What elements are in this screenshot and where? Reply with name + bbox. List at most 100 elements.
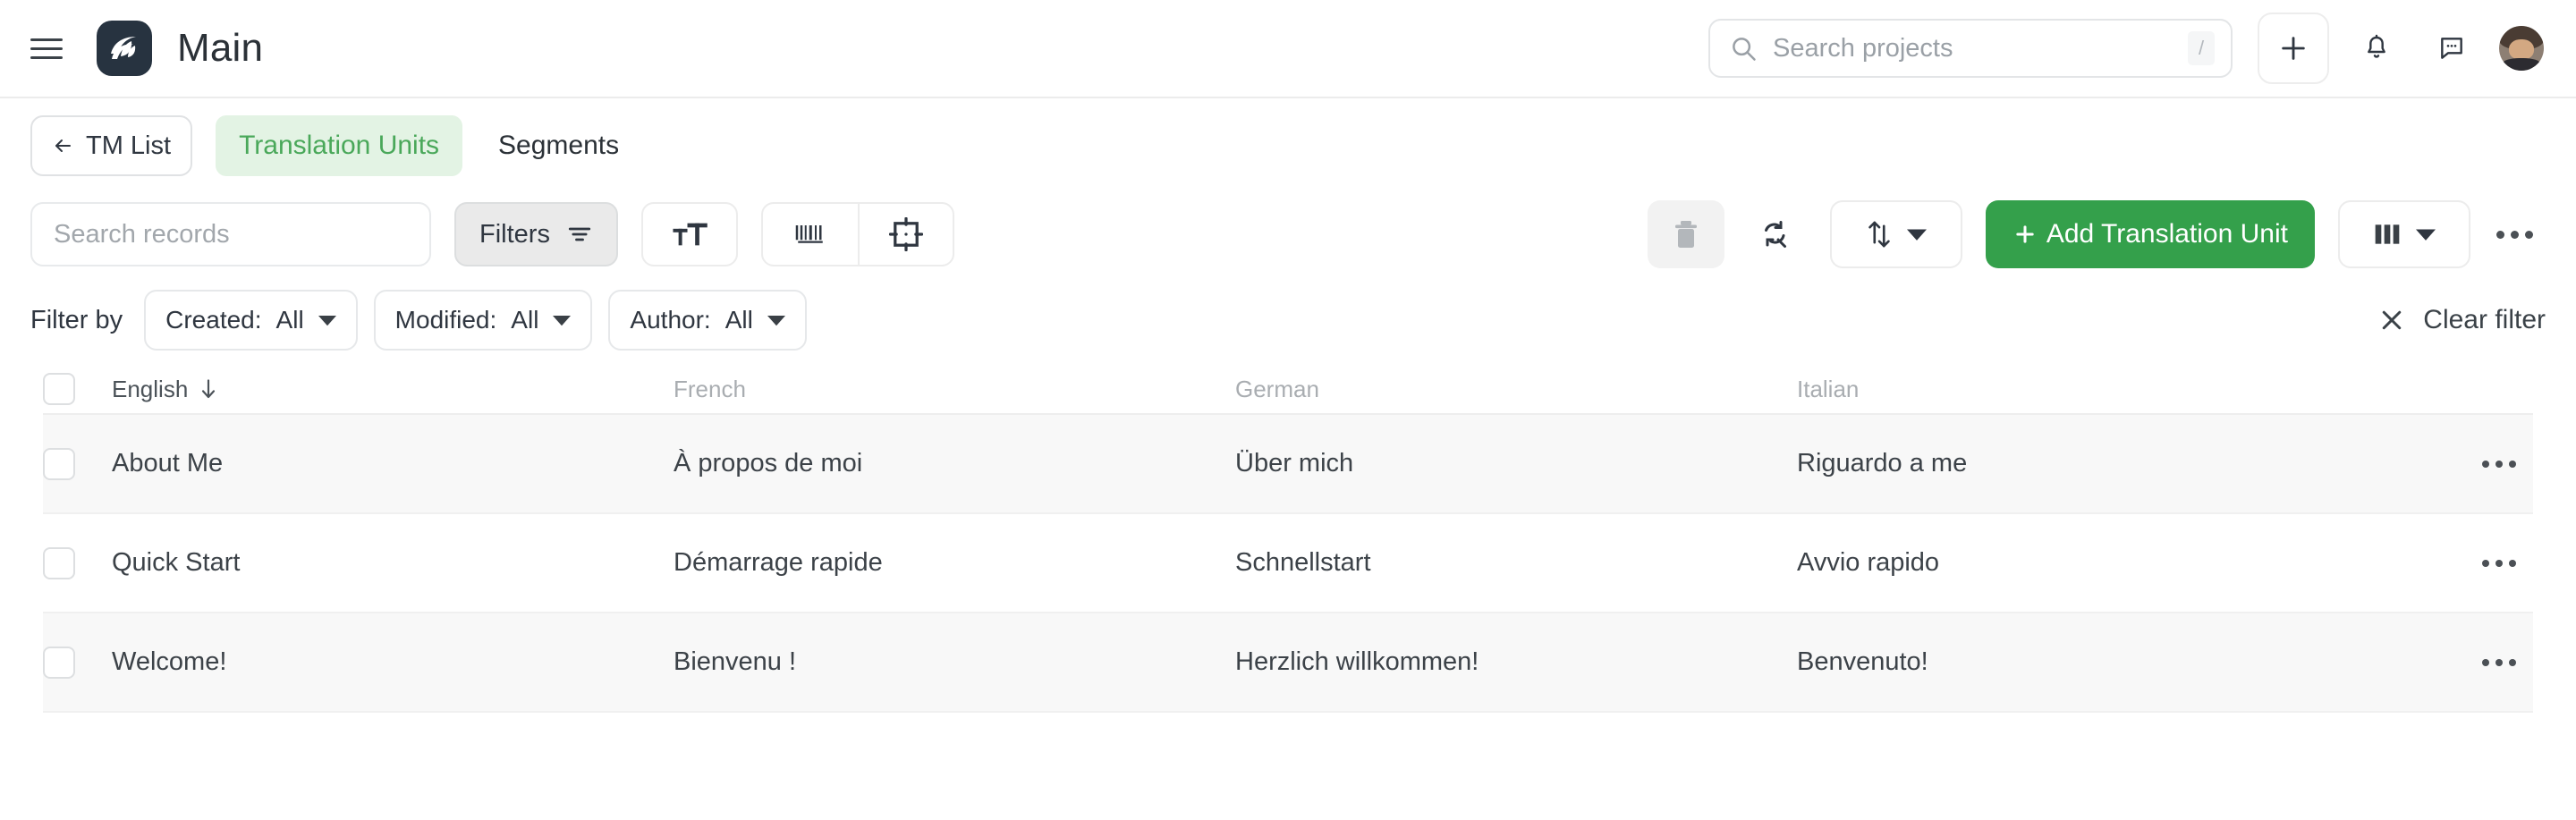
row-actions-button[interactable] — [2465, 658, 2533, 666]
column-header-italian[interactable]: Italian — [1797, 376, 2465, 403]
column-header-english-label: English — [112, 375, 189, 402]
create-new-button[interactable] — [2258, 13, 2329, 84]
messages-button[interactable] — [2424, 21, 2479, 76]
arrow-down-icon — [202, 379, 216, 399]
cell-italian: Riguardo a me — [1797, 449, 1968, 478]
hamburger-menu-icon[interactable] — [30, 33, 68, 63]
cell-french: Démarrage rapide — [674, 548, 883, 577]
sort-button[interactable] — [1829, 200, 1962, 268]
table-row[interactable]: Quick Start Démarrage rapide Schnellstar… — [43, 514, 2533, 613]
records-toolbar: Search records Filters Add Translation U… — [0, 193, 2576, 275]
add-translation-unit-button[interactable]: Add Translation Unit — [1985, 200, 2315, 268]
barcode-view-button[interactable] — [763, 204, 858, 265]
table-header-row: English French German Italian — [43, 365, 2533, 415]
column-header-french[interactable]: French — [674, 376, 1235, 403]
row-actions-button[interactable] — [2465, 460, 2533, 468]
columns-icon — [2375, 224, 2400, 244]
arrow-left-icon — [55, 139, 71, 152]
select-all-cell[interactable] — [43, 373, 112, 405]
ellipsis-icon — [2482, 559, 2516, 567]
search-projects-input[interactable]: Search projects / — [1708, 19, 2233, 78]
filter-by-label: Filter by — [30, 305, 123, 334]
column-header-german[interactable]: German — [1235, 376, 1797, 403]
refresh-search-icon — [1764, 221, 1786, 248]
user-avatar[interactable] — [2499, 26, 2544, 71]
back-to-tm-list-button[interactable]: TM List — [30, 115, 193, 176]
delete-button[interactable] — [1647, 200, 1724, 268]
caret-down-icon — [318, 316, 336, 326]
caret-down-icon — [2416, 229, 2436, 241]
cell-german: Über mich — [1235, 449, 1354, 478]
ellipsis-icon — [2482, 658, 2516, 666]
cell-english: Quick Start — [112, 548, 241, 577]
bell-icon — [2368, 34, 2385, 58]
filter-chip-modified-name: Modified: — [394, 306, 497, 334]
tab-translation-units[interactable]: Translation Units — [216, 115, 463, 176]
text-size-button[interactable] — [640, 202, 738, 266]
app-header: Main Search projects / — [0, 0, 2576, 98]
filter-chip-created-value: All — [275, 306, 304, 334]
filter-chip-author[interactable]: Author: All — [608, 290, 807, 351]
column-header-german-label: German — [1235, 375, 1319, 402]
row-checkbox[interactable] — [43, 546, 75, 579]
crop-target-icon — [888, 217, 923, 251]
ellipsis-icon — [2482, 460, 2516, 468]
back-button-label: TM List — [86, 131, 172, 160]
target-view-button[interactable] — [857, 204, 953, 265]
table-row[interactable]: Welcome! Bienvenu ! Herzlich willkommen!… — [43, 613, 2533, 713]
caret-down-icon — [553, 316, 572, 326]
tab-segments[interactable]: Segments — [475, 115, 642, 176]
row-select-cell[interactable] — [43, 546, 112, 579]
columns-button[interactable] — [2338, 200, 2470, 268]
trash-icon — [1674, 221, 1697, 248]
select-all-checkbox[interactable] — [43, 373, 75, 405]
add-translation-unit-label: Add Translation Unit — [2046, 219, 2288, 249]
cell-french: À propos de moi — [674, 449, 863, 478]
search-shortcut-badge: / — [2188, 31, 2215, 65]
refresh-search-button[interactable] — [1741, 200, 1810, 268]
view-mode-group — [760, 202, 954, 266]
toolbar-more-button[interactable] — [2483, 200, 2546, 268]
cell-italian: Avvio rapido — [1797, 548, 1940, 577]
filter-chip-modified[interactable]: Modified: All — [373, 290, 593, 351]
filter-lines-icon — [568, 227, 591, 241]
row-select-cell[interactable] — [43, 646, 112, 679]
cell-italian: Benvenuto! — [1797, 647, 1928, 676]
row-actions-button[interactable] — [2465, 559, 2533, 567]
notifications-button[interactable] — [2349, 21, 2404, 76]
row-select-cell[interactable] — [43, 447, 112, 480]
column-header-english[interactable]: English — [112, 376, 674, 403]
search-projects-placeholder: Search projects — [1773, 33, 1953, 63]
filter-chip-modified-value: All — [511, 306, 539, 334]
avatar-face — [2509, 39, 2534, 60]
sort-arrows-icon — [1868, 221, 1890, 248]
close-icon — [2383, 310, 2402, 330]
tab-bar: TM List Translation Units Segments — [0, 98, 2576, 193]
filters-button[interactable]: Filters — [454, 202, 618, 266]
column-header-italian-label: Italian — [1797, 375, 1860, 402]
tab-translation-units-label: Translation Units — [239, 131, 440, 160]
filter-bar: Filter by Created: All Modified: All Aut… — [0, 275, 2576, 365]
cell-english: About Me — [112, 449, 224, 478]
filter-chip-author-name: Author: — [630, 306, 711, 334]
avatar-body — [2503, 58, 2540, 71]
barcode-icon — [795, 225, 823, 243]
filter-chip-created-name: Created: — [165, 306, 262, 334]
plus-icon — [2016, 225, 2034, 243]
clear-filter-button[interactable]: Clear filter — [2378, 305, 2546, 335]
text-size-icon — [673, 223, 708, 246]
search-icon — [1730, 35, 1757, 62]
table-row[interactable]: About Me À propos de moi Über mich Rigua… — [43, 415, 2533, 514]
caret-down-icon — [767, 316, 785, 326]
translation-units-table: English French German Italian About Me À… — [0, 365, 2576, 713]
search-records-input[interactable]: Search records — [30, 202, 431, 266]
wordbee-logo-icon[interactable] — [97, 21, 152, 76]
filter-chip-created[interactable]: Created: All — [144, 290, 358, 351]
row-checkbox[interactable] — [43, 447, 75, 480]
filter-chip-author-value: All — [724, 306, 753, 334]
search-records-placeholder: Search records — [54, 219, 230, 249]
filters-button-label: Filters — [479, 219, 550, 249]
caret-down-icon — [1906, 229, 1927, 241]
cell-french: Bienvenu ! — [674, 647, 797, 676]
row-checkbox[interactable] — [43, 646, 75, 679]
